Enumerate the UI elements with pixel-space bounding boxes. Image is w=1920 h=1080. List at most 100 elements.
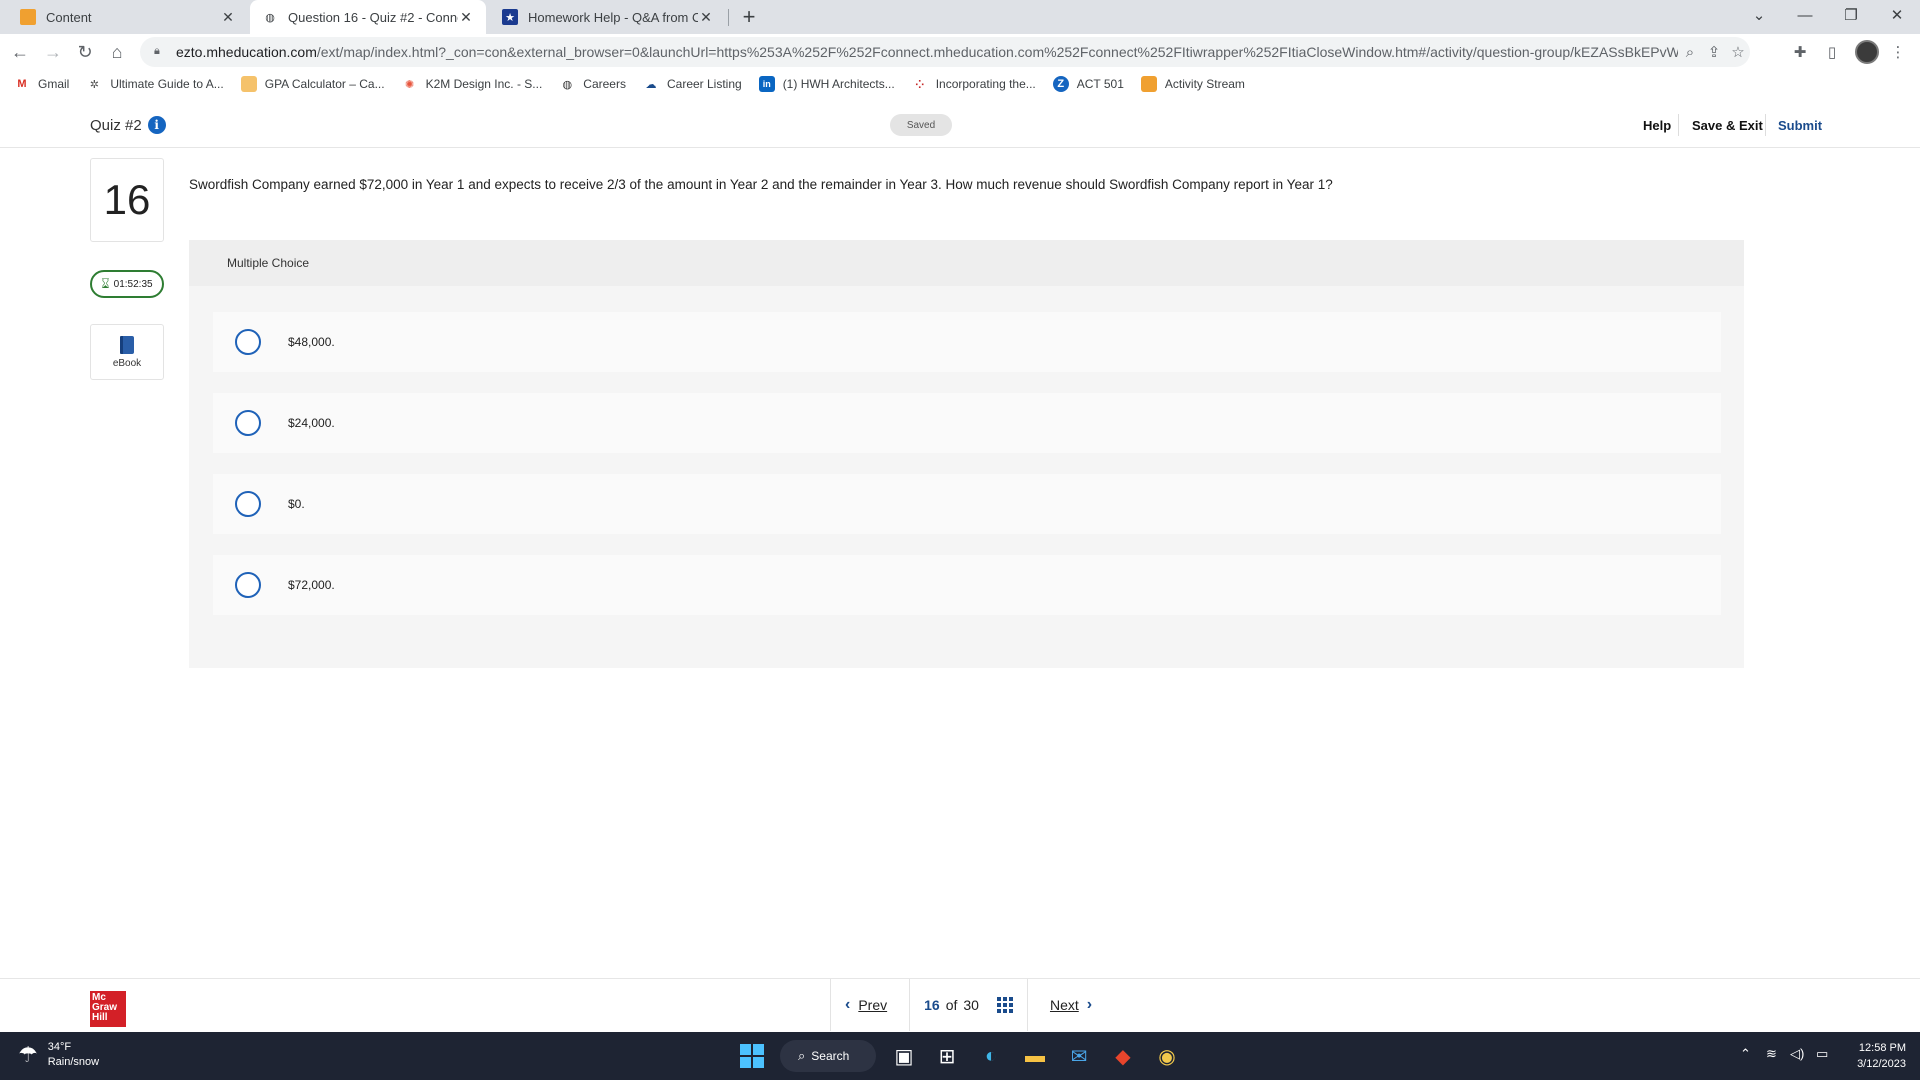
weather-widget[interactable]: ☂︎ 34°F Rain/snow (18, 1040, 99, 1070)
search-label: Search (811, 1049, 850, 1063)
help-button[interactable]: Help (1643, 118, 1671, 133)
address-bar[interactable]: 🔒︎ ezto.mheducation.com/ext/map/index.ht… (140, 37, 1750, 67)
prev-button[interactable]: ‹ Prev (831, 996, 909, 1014)
question-number: 16 (90, 158, 164, 242)
info-icon[interactable]: i (147, 116, 166, 134)
choice-option[interactable]: $72,000. (213, 555, 1721, 615)
zoom-icon[interactable]: ⌕ (1678, 40, 1702, 64)
bookmark-label: Career Listing (666, 77, 742, 91)
bookmark-k2m[interactable]: ✺ K2M Design Inc. - S... (402, 76, 542, 92)
header-divider (1765, 114, 1766, 136)
browser-tab-homework[interactable]: ★ Homework Help - Q&A from Onl ✕ (490, 0, 726, 34)
bookmark-careers[interactable]: ◍ Careers (559, 76, 626, 92)
bookmark-activity-stream[interactable]: Activity Stream (1140, 76, 1245, 92)
choice-option[interactable]: $48,000. (213, 312, 1721, 372)
restore-button[interactable]: ❐ (1828, 0, 1874, 30)
close-icon[interactable]: ✕ (698, 9, 714, 25)
quiz-title-text: Quiz #2 (90, 116, 142, 134)
bookmark-ultimate-guide[interactable]: ✲ Ultimate Guide to A... (86, 76, 224, 92)
choice-option[interactable]: $24,000. (213, 393, 1721, 453)
browser-tabstrip: Content ✕ ◍ Question 16 - Quiz #2 - Conn… (0, 0, 1920, 34)
taskbar-search[interactable]: ⌕ Search (780, 1040, 876, 1072)
bookmark-label: Ultimate Guide to A... (110, 77, 224, 91)
side-panel-icon[interactable]: ▯ (1820, 40, 1844, 64)
bookmark-label: Careers (583, 77, 626, 91)
chevron-up-icon[interactable]: ⌃ (1740, 1046, 1751, 1062)
url-text: ezto.mheducation.com/ext/map/index.html?… (176, 44, 1678, 60)
edge-icon[interactable]: ◐ (975, 1040, 1007, 1072)
forward-button[interactable]: → (41, 40, 65, 64)
temperature: 34°F (47, 1041, 72, 1053)
new-tab-button[interactable]: + (737, 4, 761, 29)
extensions-icon[interactable]: ✚ (1788, 40, 1812, 64)
close-icon[interactable]: ✕ (220, 9, 236, 25)
bookmark-hwh[interactable]: in (1) HWH Architects... (758, 76, 895, 92)
choice-label: $72,000. (288, 578, 335, 592)
choice-label: $48,000. (288, 335, 335, 349)
share-icon[interactable]: ⇪ (1702, 40, 1726, 64)
ebook-button[interactable]: eBook (90, 324, 164, 380)
windows-start-icon[interactable] (740, 1044, 764, 1068)
back-button[interactable]: ← (8, 40, 32, 64)
next-button[interactable]: Next › (1028, 996, 1106, 1014)
submit-button[interactable]: Submit (1778, 118, 1822, 133)
multiple-choice-panel: Multiple Choice $48,000. $24,000. $0. $7… (189, 240, 1744, 668)
profile-avatar[interactable] (1855, 40, 1879, 64)
gmail-icon: M (17, 78, 27, 90)
browser-tab-content[interactable]: Content ✕ (8, 0, 248, 34)
close-window-button[interactable]: ✕ (1874, 0, 1920, 30)
total-questions: 30 (963, 997, 979, 1013)
radio-button[interactable] (235, 491, 261, 517)
choice-option[interactable]: $0. (213, 474, 1721, 534)
globe-icon: ◍ (562, 78, 573, 91)
header-divider (1678, 114, 1679, 136)
bookmark-incorporating[interactable]: ⁘ Incorporating the... (912, 76, 1036, 92)
task-view-icon[interactable]: ▣ (888, 1040, 920, 1072)
close-icon[interactable]: ✕ (458, 9, 474, 25)
radio-button[interactable] (235, 572, 261, 598)
question-type-header: Multiple Choice (189, 240, 1744, 286)
choice-label: $0. (288, 497, 305, 511)
volume-icon[interactable]: ◁) (1790, 1046, 1804, 1062)
radio-button[interactable] (235, 329, 261, 355)
bookmark-gpa-calculator[interactable]: GPA Calculator – Ca... (240, 76, 385, 92)
minimize-button[interactable]: — (1782, 0, 1828, 30)
bookmark-act501[interactable]: Z ACT 501 (1052, 76, 1124, 92)
browser-toolbar: ← → ↻ ⌂ 🔒︎ ezto.mheducation.com/ext/map/… (0, 34, 1920, 70)
star-icon[interactable]: ☆ (1726, 40, 1750, 64)
system-clock[interactable]: 12:58 PM 3/12/2023 (1846, 1040, 1906, 1072)
folder-icon (240, 76, 257, 92)
chrome-icon[interactable]: ◉ (1151, 1040, 1183, 1072)
book-icon (120, 335, 134, 354)
grid-icon[interactable] (996, 997, 1013, 1013)
question-prompt: Swordfish Company earned $72,000 in Year… (189, 177, 1333, 192)
question-position[interactable]: 16 of 30 (910, 997, 1027, 1013)
bookmark-label: GPA Calculator – Ca... (264, 77, 385, 91)
menu-icon[interactable]: ⋮ (1886, 40, 1910, 64)
bookmark-gmail[interactable]: M Gmail (14, 76, 69, 92)
saved-status-badge: Saved (890, 114, 952, 136)
mail-icon[interactable]: ✉ (1063, 1040, 1095, 1072)
bookmark-label: (1) HWH Architects... (782, 77, 895, 91)
url-path: /ext/map/index.html?_con=con&external_br… (316, 44, 1678, 60)
battery-icon[interactable]: ▭ (1816, 1046, 1828, 1062)
file-explorer-icon[interactable]: ▬ (1019, 1040, 1051, 1072)
radio-button[interactable] (235, 410, 261, 436)
store-icon[interactable]: ⊞ (931, 1040, 963, 1072)
timer-badge[interactable]: ⌛︎ 01:52:35 (90, 270, 164, 298)
browser-tab-question[interactable]: ◍ Question 16 - Quiz #2 - Connect ✕ (250, 0, 486, 34)
tab-search-button[interactable]: ⌄ (1736, 0, 1782, 30)
k2m-icon: ✺ (404, 78, 415, 91)
bookmark-label: ACT 501 (1076, 77, 1124, 91)
quiz-header: Quiz #2 i Saved Help Save & Exit Submit (0, 104, 1920, 148)
bookmark-label: Activity Stream (1164, 77, 1245, 91)
chegg-icon: ★ (502, 9, 518, 25)
wifi-icon[interactable]: ≋ (1766, 1046, 1777, 1062)
tab-title: Content (46, 9, 92, 25)
reload-button[interactable]: ↻ (73, 40, 97, 64)
bookmark-career-listing[interactable]: ☁︎ Career Listing (643, 76, 742, 92)
app-icon[interactable]: ◆ (1107, 1040, 1139, 1072)
clock-time: 12:58 PM (1858, 1042, 1906, 1054)
home-button[interactable]: ⌂ (105, 40, 129, 64)
save-exit-button[interactable]: Save & Exit (1692, 118, 1763, 133)
